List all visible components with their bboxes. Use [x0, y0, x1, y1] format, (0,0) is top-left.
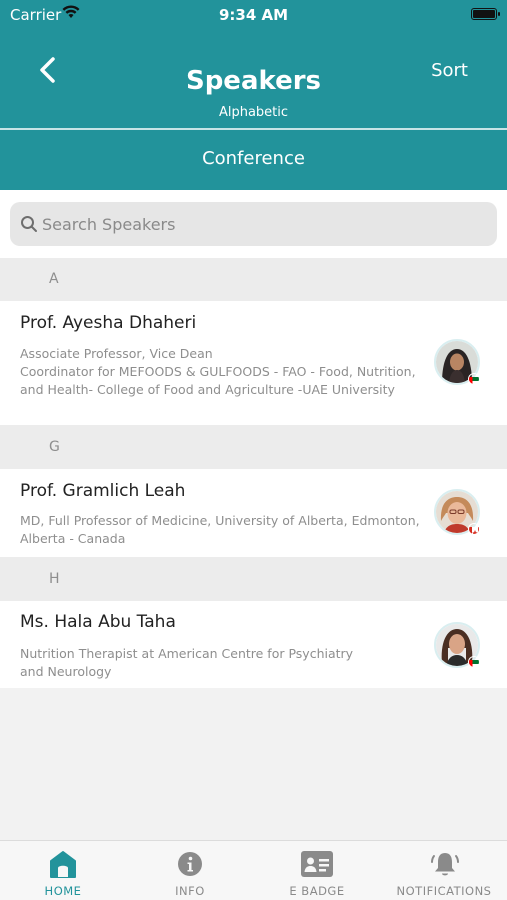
canada-flag-icon [468, 523, 480, 535]
tab-label: NOTIFICATIONS [396, 884, 492, 898]
speaker-description: MD, Full Professor of Medicine, Universi… [20, 513, 420, 546]
search-icon [21, 216, 37, 232]
speaker-name: Prof. Gramlich Leah [20, 481, 186, 501]
header-divider [0, 128, 507, 130]
speaker-card[interactable]: Ms. Hala Abu Taha Nutrition Therapist at… [0, 601, 507, 688]
clock: 9:34 AM [218, 6, 289, 24]
home-icon [50, 851, 76, 878]
status-bar: Carrier 9:34 AM [0, 0, 507, 28]
speaker-card[interactable]: Prof. Ayesha Dhaheri Associate Professor… [0, 301, 507, 425]
speaker-description: Nutrition Therapist at American Centre f… [20, 646, 354, 679]
uae-flag-icon [468, 373, 480, 385]
speaker-card[interactable]: Prof. Gramlich Leah MD, Full Professor o… [0, 469, 507, 557]
speaker-name: Ms. Hala Abu Taha [20, 612, 176, 632]
tab-label: E BADGE [289, 884, 345, 898]
badge-icon [301, 851, 333, 877]
search-bar-container [0, 190, 507, 258]
conference-filter[interactable]: Conference [0, 148, 507, 169]
uae-flag-icon [468, 656, 480, 668]
avatar [434, 489, 480, 535]
section-header-a: A [0, 258, 507, 301]
tab-label: INFO [175, 884, 205, 898]
tab-e-badge[interactable]: E BADGE [254, 841, 380, 900]
avatar [434, 622, 480, 668]
tab-home[interactable]: HOME [0, 841, 126, 900]
info-icon [178, 852, 202, 876]
section-header-g: G [0, 425, 507, 469]
search-input[interactable] [42, 202, 482, 246]
sort-button[interactable]: Sort [431, 60, 468, 81]
battery-icon [471, 8, 500, 20]
bell-icon [431, 853, 459, 876]
speaker-name: Prof. Ayesha Dhaheri [20, 313, 197, 333]
page-subtitle: Alphabetic [218, 105, 289, 120]
search-field[interactable] [10, 202, 497, 246]
tab-info[interactable]: INFO [127, 841, 253, 900]
tab-bar: HOME INFO E BADGE NOTIFICATIONS [0, 840, 507, 900]
section-header-h: H [0, 557, 507, 601]
avatar [434, 339, 480, 385]
header: Carrier 9:34 AM Speakers Alphabetic Sort… [0, 0, 507, 190]
speaker-description: Associate Professor, Vice Dean Coordinat… [20, 346, 416, 397]
tab-label: HOME [44, 884, 82, 898]
tab-notifications[interactable]: NOTIFICATIONS [381, 841, 507, 900]
